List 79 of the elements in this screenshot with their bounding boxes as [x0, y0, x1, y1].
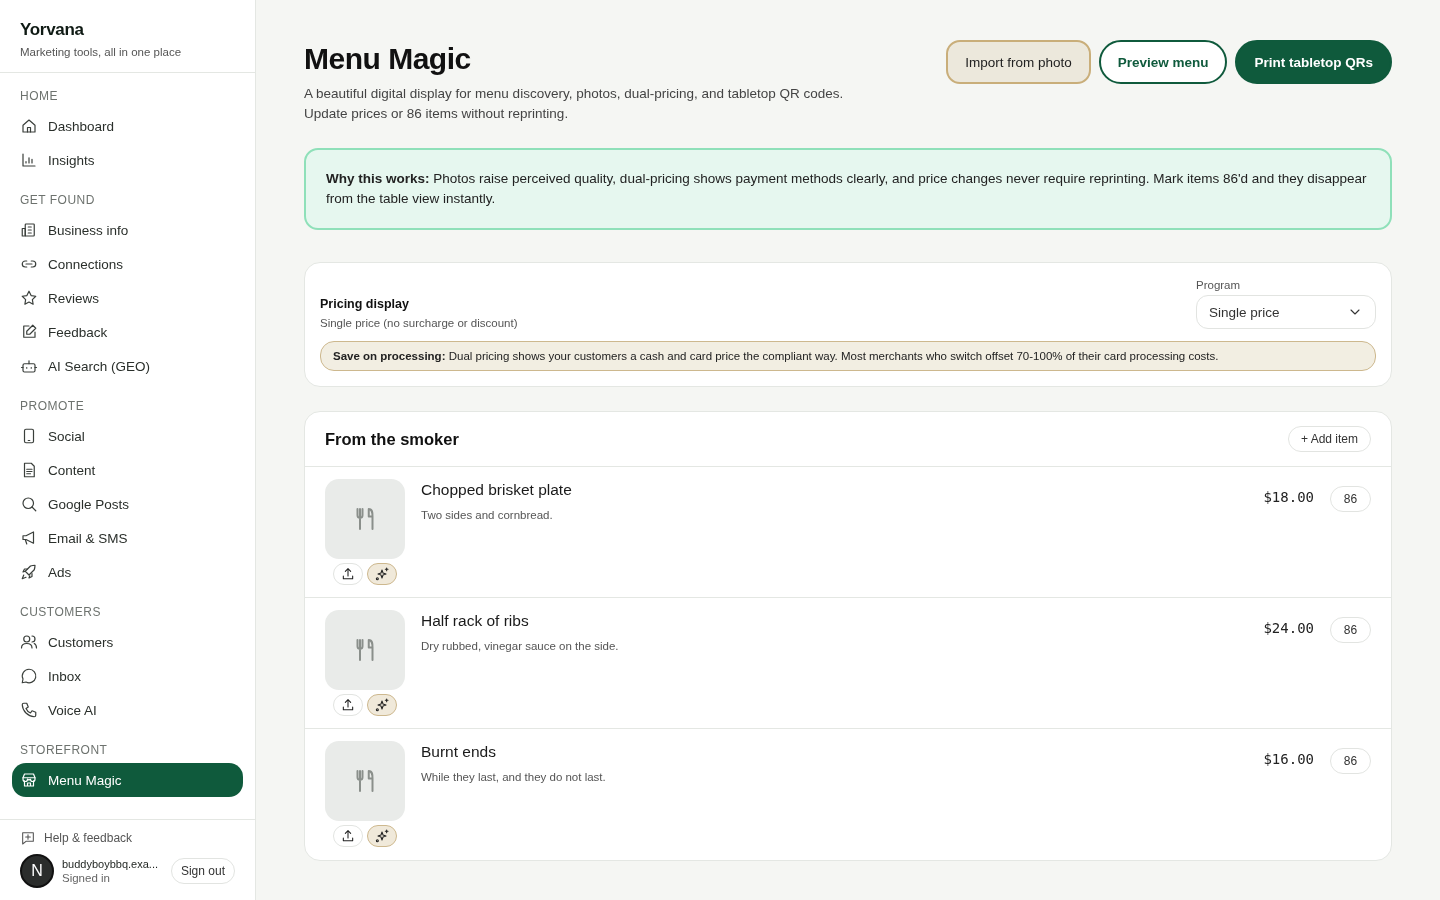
- section-title: From the smoker: [325, 429, 459, 449]
- edit-icon: [20, 323, 38, 341]
- sidebar-item[interactable]: Voice AI: [12, 693, 243, 727]
- upload-button[interactable]: [333, 694, 363, 716]
- nav-section-heading: PROMOTE: [19, 398, 86, 415]
- sidebar-item[interactable]: Email & SMS: [12, 521, 243, 555]
- eighty-six-button[interactable]: 86: [1330, 748, 1371, 774]
- home-icon: [20, 117, 38, 135]
- sidebar-item[interactable]: Feedback: [12, 315, 243, 349]
- sparkle-button[interactable]: [367, 694, 397, 716]
- store-icon: [20, 771, 38, 789]
- page-description: A beautiful digital display for menu discovery, photos, dual-pricing, and tabletop QR codes.: [304, 85, 845, 103]
- nav-section-heading: GET FOUND: [19, 192, 96, 209]
- card-description: Single price (no surcharge or discount): [320, 317, 518, 329]
- upload-icon: [340, 828, 356, 844]
- phone-icon: [20, 701, 38, 719]
- nav-section-heading: HOME: [19, 88, 59, 105]
- sparkle-icon: [374, 566, 390, 582]
- eighty-six-button[interactable]: 86: [1330, 617, 1371, 643]
- sparkle-icon: [374, 828, 390, 844]
- sidebar-item[interactable]: Business info: [12, 213, 243, 247]
- sidebar-item[interactable]: Connections: [12, 247, 243, 281]
- savings-notice: Save on processing: Dual pricing shows your customers a cash and card price the compliant way. Most merchants who switch offset 70-100% of their card processing costs.: [320, 341, 1376, 371]
- page-description: Update prices or 86 items without reprinting.: [304, 105, 570, 123]
- upload-button[interactable]: [333, 825, 363, 847]
- import-button[interactable]: Import from photo: [946, 40, 1091, 84]
- nav-section-heading: STOREFRONT: [19, 742, 109, 759]
- item-price: $18.00: [1263, 488, 1314, 505]
- card-title: Pricing display: [320, 297, 410, 311]
- upload-icon: [340, 697, 356, 713]
- item-price: $16.00: [1263, 750, 1314, 767]
- users-icon: [20, 633, 38, 651]
- sparkle-button[interactable]: [367, 563, 397, 585]
- item-name: Burnt ends: [421, 743, 497, 761]
- item-description: Two sides and cornbread.: [421, 509, 554, 521]
- sidebar-item[interactable]: Inbox: [12, 659, 243, 693]
- brand-logo: Yorvana: [20, 20, 85, 40]
- sidebar-item[interactable]: Google Posts: [12, 487, 243, 521]
- building-icon: [20, 221, 38, 239]
- print-button[interactable]: Print tabletop QRs: [1235, 40, 1392, 84]
- sparkle-icon: [374, 697, 390, 713]
- bar-chart-icon: [20, 151, 38, 169]
- sidebar-item[interactable]: Ads: [12, 555, 243, 589]
- account-status: Signed in: [62, 872, 111, 884]
- rocket-icon: [20, 563, 38, 581]
- search-icon: [20, 495, 38, 513]
- eighty-six-button[interactable]: 86: [1330, 486, 1371, 512]
- select-value: Single price: [1209, 304, 1280, 320]
- sidebar-item[interactable]: Insights: [12, 143, 243, 177]
- avatar: N: [20, 854, 54, 888]
- star-icon: [20, 289, 38, 307]
- robot-icon: [20, 357, 38, 375]
- upload-icon: [340, 566, 356, 582]
- field-label: Program: [1196, 279, 1242, 291]
- sidebar-item[interactable]: Customers: [12, 625, 243, 659]
- page-title: Menu Magic: [304, 42, 472, 76]
- tagline: Marketing tools, all in one place: [20, 46, 183, 58]
- upload-button[interactable]: [333, 563, 363, 585]
- add-item-button[interactable]: + Add item: [1287, 426, 1371, 452]
- help-link[interactable]: Help & feedback: [20, 830, 133, 846]
- nav-section-heading: CUSTOMERS: [19, 604, 102, 621]
- sidebar-item[interactable]: Content: [12, 453, 243, 487]
- item-description: While they last, and they do not last.: [421, 771, 607, 783]
- item-name: Chopped brisket plate: [421, 481, 573, 499]
- item-description: Dry rubbed, vinegar sauce on the side.: [421, 640, 620, 652]
- item-price: $24.00: [1263, 619, 1314, 636]
- sidebar-item[interactable]: Reviews: [12, 281, 243, 315]
- chat-bubble-icon: [20, 667, 38, 685]
- sign-out-button[interactable]: Sign out: [170, 858, 235, 884]
- item-name: Half rack of ribs: [421, 612, 530, 630]
- info-callout: Why this works: Photos raise perceived quality, dual-pricing shows payment methods clearly, and price changes never require reprinting. Mark items 86'd and they disappear from the table view instantly.: [304, 148, 1392, 230]
- account-email: buddyboybbq.exa...: [62, 858, 159, 870]
- sidebar-item[interactable]: Dashboard: [12, 109, 243, 143]
- program-select[interactable]: Single price: [1196, 295, 1376, 329]
- preview-button[interactable]: Preview menu: [1098, 40, 1228, 84]
- sparkle-button[interactable]: [367, 825, 397, 847]
- sidebar-item[interactable]: Menu Magic: [12, 763, 243, 797]
- sidebar-item[interactable]: AI Search (GEO): [12, 349, 243, 383]
- sidebar-item[interactable]: Social: [12, 419, 243, 453]
